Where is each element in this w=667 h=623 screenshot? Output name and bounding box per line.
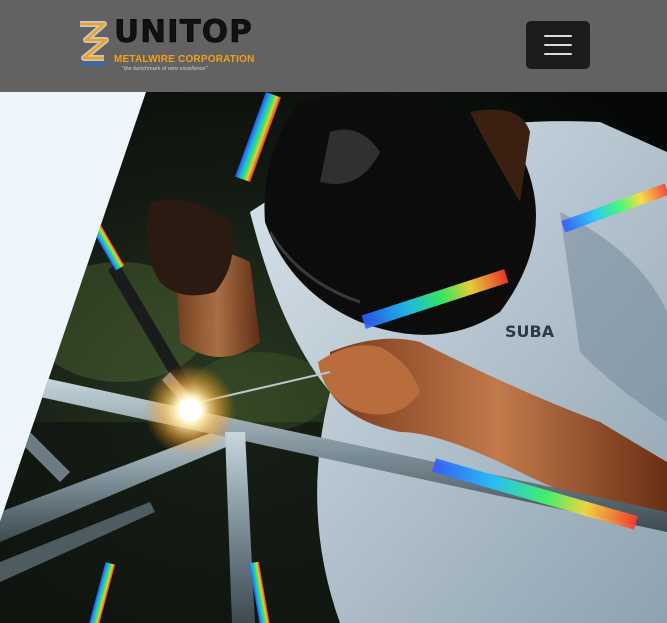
brand-logo-link[interactable]: UNITOP METALWIRE CORPORATION "the benchm… <box>76 14 256 74</box>
brand-subtitle: METALWIRE CORPORATION <box>114 54 255 65</box>
hero-section: SUBA <box>0 92 667 623</box>
menu-toggle-button[interactable] <box>526 21 590 69</box>
hero-welder-image: SUBA <box>0 92 667 623</box>
top-navbar: UNITOP METALWIRE CORPORATION "the benchm… <box>0 0 667 92</box>
brand-title: UNITOP <box>114 14 253 51</box>
svg-text:SUBA: SUBA <box>505 322 555 341</box>
hamburger-icon <box>544 35 572 62</box>
logo-mark-icon <box>80 21 109 66</box>
brand-tagline: "the benchmark of wire excellence" <box>122 66 208 72</box>
